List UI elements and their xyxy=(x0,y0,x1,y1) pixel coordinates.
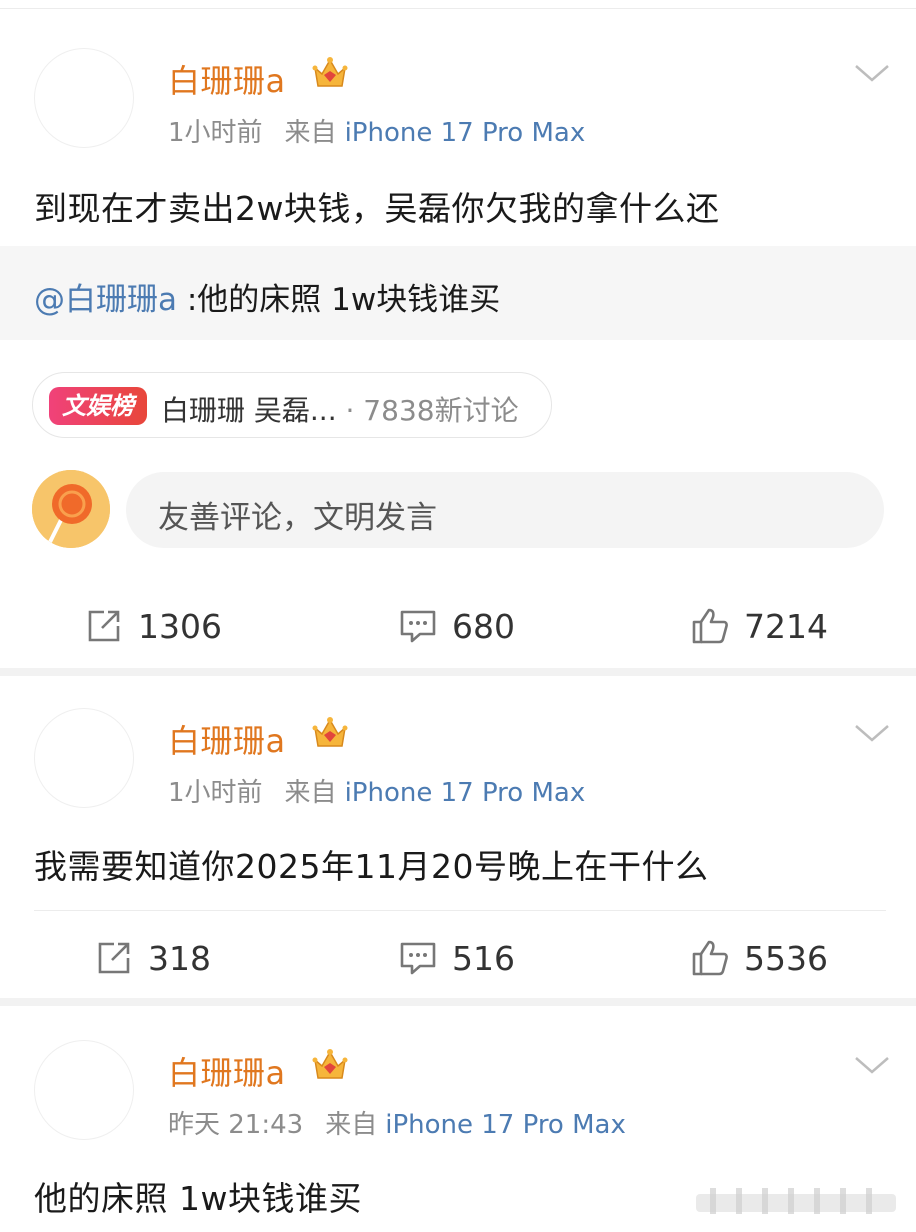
crown-badge-icon xyxy=(312,57,348,87)
device-link[interactable]: iPhone 17 Pro Max xyxy=(345,778,586,808)
my-avatar[interactable] xyxy=(32,470,110,548)
repost-button[interactable]: 318 xyxy=(94,928,211,988)
quoted-post[interactable]: @白珊珊a :他的床照 1w块钱谁买 xyxy=(0,246,916,340)
post-card[interactable]: 白珊珊a 1小时前 来自 iPhone 17 Pro Max 我需要知道你2025年… xyxy=(0,676,916,998)
trending-badge: 文娱榜 xyxy=(49,387,147,425)
avatar[interactable] xyxy=(34,708,134,808)
avatar[interactable] xyxy=(34,48,134,148)
comment-count: 516 xyxy=(452,938,515,978)
comment-count: 680 xyxy=(452,606,515,646)
action-bar: 318 516 5536 xyxy=(0,928,916,988)
chevron-down-icon[interactable] xyxy=(852,722,892,746)
share-icon xyxy=(88,610,120,642)
source-label: 来自 xyxy=(284,118,337,148)
like-count: 7214 xyxy=(744,606,828,646)
chevron-down-icon[interactable] xyxy=(852,1054,892,1078)
avatar[interactable] xyxy=(34,1040,134,1140)
quoted-text: :他的床照 1w块钱谁买 xyxy=(177,282,501,318)
author-name[interactable]: 白珊珊a xyxy=(168,1048,286,1094)
author-name[interactable]: 白珊珊a xyxy=(168,56,286,102)
repost-count: 318 xyxy=(148,938,211,978)
like-button[interactable]: 7214 xyxy=(690,596,828,656)
author-name[interactable]: 白珊珊a xyxy=(168,716,286,762)
post-separator xyxy=(0,668,916,676)
post-meta: 1小时前 来自 iPhone 17 Pro Max xyxy=(168,772,585,809)
comment-icon xyxy=(400,942,436,975)
topic-count: · 7838新讨论 xyxy=(336,394,519,427)
chevron-down-icon[interactable] xyxy=(852,62,892,86)
comment-button[interactable]: 516 xyxy=(398,928,515,988)
post-content: 到现在才卖出2w块钱，吴磊你欠我的拿什么还 xyxy=(34,189,720,228)
action-bar: 1306 680 7214 xyxy=(0,596,916,656)
like-button[interactable]: 5536 xyxy=(690,928,828,988)
post-content: 他的床照 1w块钱谁买 xyxy=(34,1179,362,1218)
post-time: 1小时前 xyxy=(168,118,263,148)
repost-count: 1306 xyxy=(138,606,222,646)
divider xyxy=(34,910,886,911)
source-label: 来自 xyxy=(325,1110,378,1140)
post-separator xyxy=(0,998,916,1006)
crown-badge-icon xyxy=(312,717,348,747)
post-meta: 1小时前 来自 iPhone 17 Pro Max xyxy=(168,112,585,149)
device-link[interactable]: iPhone 17 Pro Max xyxy=(345,118,586,148)
post-time: 1小时前 xyxy=(168,778,263,808)
share-icon xyxy=(98,942,130,974)
post-card[interactable]: 白珊珊a 1小时前 来自 iPhone 17 Pro Max 到现在才卖出2w块钱，… xyxy=(0,0,916,668)
comment-icon xyxy=(400,610,436,643)
thumbs-up-icon xyxy=(692,608,728,644)
device-link[interactable]: iPhone 17 Pro Max xyxy=(385,1110,626,1140)
comment-placeholder: 友善评论，文明发言 xyxy=(158,500,437,536)
source-label: 来自 xyxy=(284,778,337,808)
thumbs-up-icon xyxy=(692,940,728,976)
topic-title: 白珊珊 吴磊... xyxy=(161,394,337,427)
comment-input[interactable]: 友善评论，文明发言 xyxy=(126,472,884,548)
post-time: 昨天 21:43 xyxy=(168,1110,304,1140)
post-content: 我需要知道你2025年11月20号晚上在干什么 xyxy=(34,847,709,886)
like-count: 5536 xyxy=(744,938,828,978)
lollipop-avatar-icon xyxy=(32,470,110,548)
repost-button[interactable]: 1306 xyxy=(84,596,222,656)
trending-topic-pill[interactable]: 文娱榜 白珊珊 吴磊... · 7838新讨论 xyxy=(32,372,552,438)
crown-badge-icon xyxy=(312,1049,348,1079)
quoted-user-link[interactable]: @白珊珊a xyxy=(34,282,177,318)
post-meta: 昨天 21:43 来自 iPhone 17 Pro Max xyxy=(168,1104,626,1141)
comment-button[interactable]: 680 xyxy=(398,596,515,656)
watermark-logo xyxy=(696,1188,896,1214)
